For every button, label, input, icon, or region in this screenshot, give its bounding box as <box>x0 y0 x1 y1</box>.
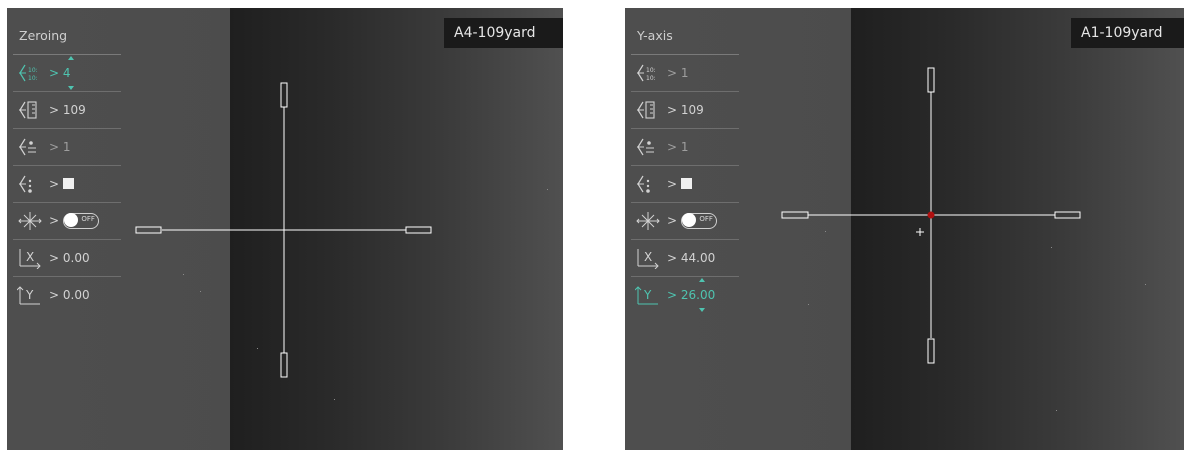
y-axis-icon: Y <box>634 284 661 306</box>
zeroing-profile-icon: 10: 10: <box>17 62 43 84</box>
reticle-style-value: > 1 <box>667 140 689 154</box>
zeroing-profile-icon: 10: 10: <box>635 62 661 84</box>
reticle-style-icon <box>635 136 661 158</box>
svg-text:Y: Y <box>643 288 652 302</box>
svg-text:10:: 10: <box>646 67 656 74</box>
reticle-color-icon <box>17 173 43 195</box>
y-axis-value: > 0.00 <box>49 288 90 302</box>
arrow-down-icon[interactable] <box>67 86 74 90</box>
svg-text:X: X <box>26 250 34 264</box>
menu-item-x-axis[interactable]: X > 0.00 <box>13 240 121 277</box>
color-swatch <box>680 178 692 189</box>
menu-item-y-axis[interactable]: Y > 26.00 <box>631 277 739 313</box>
menu-item-zeroing-distance[interactable]: > 109 <box>631 92 739 129</box>
arrow-up-icon[interactable] <box>699 278 706 282</box>
svg-text:10:: 10: <box>28 67 38 74</box>
reticle-bottom-bar <box>280 352 288 378</box>
svg-text:10:: 10: <box>646 75 656 82</box>
menu-item-reticle-style[interactable]: > 1 <box>13 129 121 166</box>
menu-item-zeroing-profile[interactable]: 10: 10: > 4 <box>13 55 121 92</box>
menu-item-y-axis[interactable]: Y > 0.00 <box>13 277 121 313</box>
menu-item-zeroing-distance[interactable]: > 109 <box>13 92 121 129</box>
y-axis-value: > 26.00 <box>667 288 716 302</box>
svg-text:X: X <box>644 250 652 264</box>
zeroing-profile-value: > 4 <box>49 66 71 80</box>
zeroing-distance-icon <box>17 99 43 121</box>
x-axis-icon: X <box>635 247 661 270</box>
freeze-value: > OFF <box>667 213 717 229</box>
menu-item-reticle-style[interactable]: > 1 <box>631 129 739 166</box>
menu-item-x-axis[interactable]: X > 44.00 <box>631 240 739 277</box>
color-swatch <box>62 178 74 189</box>
arrow-down-icon[interactable] <box>699 308 706 312</box>
menu-item-reticle-color[interactable]: > <box>631 166 739 203</box>
freeze-toggle[interactable]: OFF <box>62 213 99 229</box>
reticle-style-icon <box>17 136 43 158</box>
zeroing-distance-value: > 109 <box>49 103 86 117</box>
reticle-color-icon <box>635 173 661 195</box>
svg-text:Y: Y <box>25 288 34 302</box>
center-dot <box>927 211 935 219</box>
reticle-color-value: > <box>49 177 74 191</box>
zeroing-distance-value: > 109 <box>667 103 704 117</box>
freeze-icon <box>635 210 661 232</box>
freeze-value: > OFF <box>49 213 99 229</box>
y-axis-menu: Y-axis 10: 10: > 1 > 109 > 1 > > OFF X >… <box>631 18 739 313</box>
x-axis-value: > 0.00 <box>49 251 90 265</box>
freeze-icon <box>17 210 43 232</box>
zeroing-menu: Zeroing 10: 10: > 4 > 109 > 1 > > OFF X … <box>13 18 121 313</box>
reticle-right-bar <box>405 226 432 234</box>
x-axis-value: > 44.00 <box>667 251 716 265</box>
reticle-left-bar <box>135 226 162 234</box>
arrow-up-icon[interactable] <box>67 56 74 60</box>
reticle-style-value: > 1 <box>49 140 71 154</box>
y-axis-icon: Y <box>16 284 43 306</box>
menu-item-zeroing-profile[interactable]: 10: 10: > 1 <box>631 55 739 92</box>
reticle-top-bar <box>927 67 935 93</box>
menu-item-freeze[interactable]: > OFF <box>13 203 121 240</box>
reticle-color-value: > <box>667 177 692 191</box>
menu-title: Zeroing <box>13 18 121 55</box>
menu-item-freeze[interactable]: > OFF <box>631 203 739 240</box>
reticle-left-bar <box>781 211 809 219</box>
reticle-top-bar <box>280 82 288 108</box>
svg-text:10:: 10: <box>28 75 38 82</box>
reticle-bottom-bar <box>927 338 935 364</box>
menu-title: Y-axis <box>631 18 739 55</box>
zeroing-distance-icon <box>635 99 661 121</box>
zeroing-screen-right: A1-109yard Y-axis 10: 10: > 1 > 109 > 1 … <box>625 8 1184 450</box>
menu-item-reticle-color[interactable]: > <box>13 166 121 203</box>
freeze-toggle[interactable]: OFF <box>680 213 717 229</box>
x-axis-icon: X <box>17 247 43 270</box>
zeroing-profile-value: > 1 <box>667 66 689 80</box>
zeroing-screen-left: A4-109yard Zeroing 10: 10: > 4 > 109 > 1… <box>7 8 563 450</box>
reticle-right-bar <box>1054 211 1081 219</box>
